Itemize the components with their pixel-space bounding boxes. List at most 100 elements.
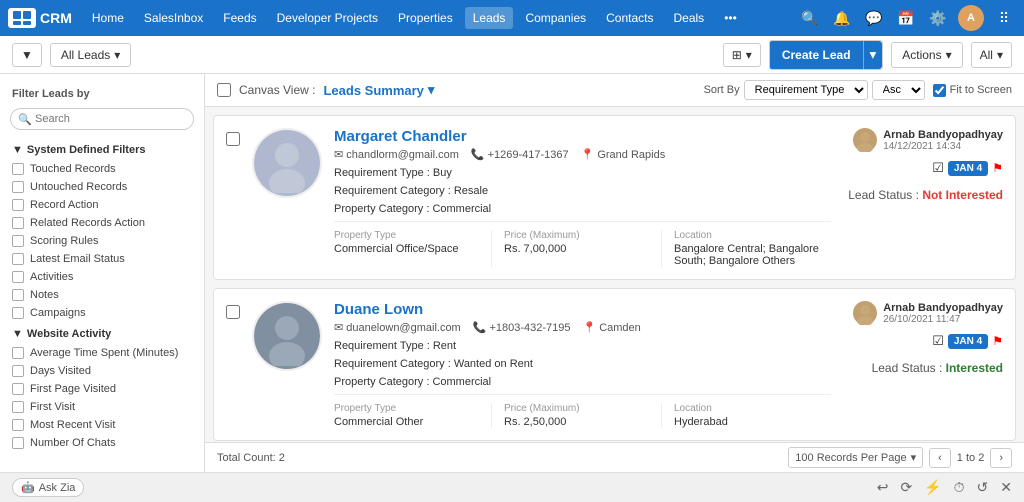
settings-icon[interactable]: ⚙️ (926, 6, 950, 30)
lead-tag-row-1: ☑ JAN 4 ⚑ (932, 160, 1003, 176)
fit-to-screen-checkbox[interactable] (933, 84, 946, 97)
days-visited-checkbox[interactable] (12, 365, 24, 377)
lead-card: Margaret Chandler ✉ chandlorm@gmail.com … (213, 115, 1016, 280)
select-all-checkbox[interactable] (217, 83, 231, 97)
next-page-button[interactable]: › (990, 448, 1012, 468)
sidebar-item-activities[interactable]: Activities (0, 268, 204, 286)
create-lead-button[interactable]: Create Lead (770, 41, 863, 69)
lead-details-1: Property Type Commercial Office/Space Pr… (334, 221, 831, 267)
status-icon-3[interactable]: ⚡ (924, 479, 941, 496)
content-footer: Total Count: 2 100 Records Per Page ▾ ‹ … (205, 442, 1024, 472)
req-cat-label-2: Requirement Category : (334, 358, 454, 370)
record-action-checkbox[interactable] (12, 199, 24, 211)
untouched-records-checkbox[interactable] (12, 181, 24, 193)
sidebar-item-most-recent-visit[interactable]: Most Recent Visit (0, 416, 204, 434)
nav-deals[interactable]: Deals (666, 7, 713, 29)
email-value-1: chandlorm@gmail.com (346, 149, 459, 161)
sidebar-item-avg-time[interactable]: Average Time Spent (Minutes) (0, 344, 204, 362)
first-visit-checkbox[interactable] (12, 401, 24, 413)
actions-arrow-icon: ▾ (946, 48, 952, 62)
nav-home[interactable]: Home (84, 7, 132, 29)
crm-logo-icon (8, 8, 36, 28)
sort-section: Sort By Requirement Type Asc (704, 80, 925, 100)
campaigns-checkbox[interactable] (12, 307, 24, 319)
calendar-icon[interactable]: 📅 (894, 6, 918, 30)
nav-companies[interactable]: Companies (517, 7, 594, 29)
status-icon-5[interactable]: ↺ (977, 479, 989, 496)
app-logo[interactable]: CRM (8, 8, 72, 28)
collapse-arrow-icon: ▼ (12, 144, 23, 156)
avg-time-checkbox[interactable] (12, 347, 24, 359)
sidebar-item-first-visit[interactable]: First Visit (0, 398, 204, 416)
grid-icon[interactable]: ⠿ (992, 6, 1016, 30)
nav-more[interactable]: ••• (716, 7, 745, 29)
location-detail-label: Location (674, 230, 819, 241)
sort-field-select[interactable]: Requirement Type (744, 80, 868, 100)
website-activity-label: Website Activity (27, 328, 111, 340)
all-leads-dropdown[interactable]: All Leads ▾ (50, 43, 131, 67)
all-filter-button[interactable]: All ▾ (971, 42, 1012, 68)
brand-name: CRM (40, 10, 72, 26)
website-activity-header[interactable]: ▼ Website Activity (0, 322, 204, 344)
sidebar-item-record-action[interactable]: Record Action (0, 196, 204, 214)
sidebar-item-first-page-visited[interactable]: First Page Visited (0, 380, 204, 398)
activities-checkbox[interactable] (12, 271, 24, 283)
location-detail-value-1: Bangalore Central; Bangalore South; Bang… (674, 243, 819, 267)
fit-to-screen-toggle[interactable]: Fit to Screen (933, 84, 1012, 97)
status-icon-4[interactable]: ⏱ (954, 479, 965, 496)
filter-button[interactable]: ▼ (12, 43, 42, 67)
num-chats-label: Number Of Chats (30, 437, 116, 449)
calendar-task-icon-1[interactable]: ☑ (932, 160, 944, 176)
sidebar-item-campaigns[interactable]: Campaigns (0, 304, 204, 322)
related-records-checkbox[interactable] (12, 217, 24, 229)
sidebar-item-untouched-records[interactable]: Untouched Records (0, 178, 204, 196)
nav-leads[interactable]: Leads (465, 7, 514, 29)
canvas-view-selector[interactable]: Leads Summary ▾ (323, 82, 434, 98)
status-icon-1[interactable]: ↩ (877, 479, 889, 496)
per-page-dropdown[interactable]: 100 Records Per Page ▾ (788, 447, 923, 468)
req-type-label-2: Requirement Type : (334, 340, 433, 352)
sidebar-item-touched-records[interactable]: Touched Records (0, 160, 204, 178)
status-icon-6[interactable]: ✕ (1000, 479, 1012, 496)
first-page-checkbox[interactable] (12, 383, 24, 395)
nav-developer-projects[interactable]: Developer Projects (269, 7, 386, 29)
search-input[interactable] (10, 108, 194, 130)
sidebar-item-related-records[interactable]: Related Records Action (0, 214, 204, 232)
view-toggle-button[interactable]: ⊞ ▾ (723, 43, 761, 67)
nav-salesinbox[interactable]: SalesInbox (136, 7, 211, 29)
ask-zia-button[interactable]: 🤖 Ask Zia (12, 478, 84, 497)
search-icon[interactable]: 🔍 (798, 6, 822, 30)
email-icon: ✉ (334, 148, 343, 161)
lead-name-2[interactable]: Duane Lown (334, 301, 831, 318)
lead-checkbox-2[interactable] (226, 305, 240, 319)
num-chats-checkbox[interactable] (12, 437, 24, 449)
assigned-details-1: Arnab Bandyopadhyay 14/12/2021 14:34 (883, 129, 1003, 152)
user-avatar[interactable]: A (958, 5, 984, 31)
touched-records-checkbox[interactable] (12, 163, 24, 175)
sidebar-item-scoring-rules[interactable]: Scoring Rules (0, 232, 204, 250)
nav-feeds[interactable]: Feeds (215, 7, 264, 29)
sidebar-item-num-chats[interactable]: Number Of Chats (0, 434, 204, 452)
lead-checkbox-1[interactable] (226, 132, 240, 146)
actions-label: Actions (902, 48, 941, 62)
most-recent-checkbox[interactable] (12, 419, 24, 431)
latest-email-checkbox[interactable] (12, 253, 24, 265)
nav-properties[interactable]: Properties (390, 7, 461, 29)
calendar-task-icon-2[interactable]: ☑ (932, 333, 944, 349)
sidebar-item-notes[interactable]: Notes (0, 286, 204, 304)
notes-checkbox[interactable] (12, 289, 24, 301)
status-icon-2[interactable]: ⟳ (900, 479, 912, 496)
bell-icon[interactable]: 🔔 (830, 6, 854, 30)
scoring-rules-checkbox[interactable] (12, 235, 24, 247)
sidebar-item-latest-email[interactable]: Latest Email Status (0, 250, 204, 268)
sort-order-select[interactable]: Asc (872, 80, 925, 100)
actions-button[interactable]: Actions ▾ (891, 42, 962, 68)
lead-name-1[interactable]: Margaret Chandler (334, 128, 831, 145)
sidebar-item-days-visited[interactable]: Days Visited (0, 362, 204, 380)
lead-avatar-2 (252, 301, 322, 371)
create-lead-dropdown-arrow[interactable]: ▾ (863, 41, 883, 69)
chat-icon[interactable]: 💬 (862, 6, 886, 30)
prev-page-button[interactable]: ‹ (929, 448, 951, 468)
nav-contacts[interactable]: Contacts (598, 7, 661, 29)
system-filters-header[interactable]: ▼ System Defined Filters (0, 138, 204, 160)
